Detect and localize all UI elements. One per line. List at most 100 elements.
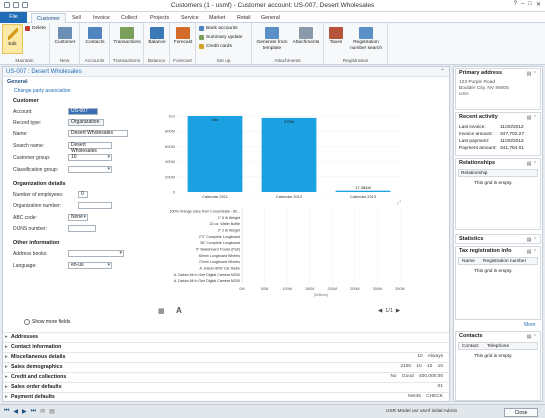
tax-number-column[interactable]: Registration number (483, 258, 526, 265)
classification-group-select[interactable] (68, 166, 112, 173)
fasttab-sales-demographics[interactable]: Sales demographics 2100 10 10 10 (3, 362, 449, 371)
address-books-select[interactable] (68, 250, 124, 257)
close-button[interactable]: Close (504, 408, 538, 417)
factbox-title[interactable]: Tax registration info ▤ ⌃ (456, 247, 540, 256)
search-icon (359, 27, 373, 39)
language-label: Language: (13, 263, 37, 269)
last-invoice-label: Last invoice: (459, 125, 486, 130)
search-name-field[interactable]: Desert Wholesales (68, 142, 112, 153)
duns-field[interactable] (68, 225, 96, 232)
statistics-title: Statistics (459, 236, 484, 242)
next-record-icon[interactable]: ▶ (22, 408, 27, 415)
more-link[interactable]: More (524, 322, 535, 328)
new-customer-button[interactable]: Customer (52, 27, 78, 46)
tab-retail[interactable]: Retail (232, 13, 256, 23)
table-view-icon[interactable]: ▦ (158, 307, 165, 315)
fasttab-payment-defaults[interactable]: Payment defaults Net45 CHECK (3, 392, 449, 401)
section-general[interactable]: General (7, 79, 27, 85)
bank-accounts-button[interactable]: Bank accounts (199, 26, 237, 31)
bar (335, 190, 391, 192)
factbox-menu-icon[interactable]: ▤ ⌃ (527, 248, 537, 257)
y-category-label: 1" 5 lb Weight (218, 216, 240, 220)
previous-record-icon[interactable]: ◀ (13, 408, 18, 415)
abc-code-select[interactable]: None (68, 214, 88, 221)
last-record-icon[interactable]: ⏭ (31, 408, 36, 415)
factbox-title[interactable]: Relationships ▤ ⌃ (456, 159, 540, 168)
y-tick-label: 400M (165, 159, 175, 164)
tab-projects[interactable]: Projects (145, 13, 174, 23)
tab-file[interactable]: File (0, 12, 27, 23)
attachments-icon[interactable]: ✉ (40, 408, 45, 415)
help-icon[interactable]: ? (514, 1, 517, 8)
fasttab-credit-and-collections[interactable]: Credit and collections No Good 400,000.00 (3, 372, 449, 381)
fasttab-summary: 01 (437, 384, 443, 389)
close-window-icon[interactable]: ✕ (536, 1, 541, 8)
maximize-icon[interactable]: □ (528, 1, 532, 8)
first-record-icon[interactable]: ⏮ (4, 408, 9, 415)
contacts-button[interactable]: Contacts (82, 27, 108, 46)
next-icon[interactable]: ▶ (396, 308, 400, 314)
telephone-column[interactable]: Telephone (487, 343, 509, 350)
taxes-button[interactable]: Taxes (326, 27, 346, 46)
bank-icon (199, 26, 204, 31)
edit-button[interactable]: Edit (2, 24, 23, 54)
tab-collect[interactable]: Collect (116, 13, 142, 23)
fasttab-contact-information[interactable]: Contact information (3, 342, 449, 351)
tax-empty-text: This grid is empty. (474, 269, 513, 274)
name-field[interactable]: Desert Wholesales (68, 130, 128, 137)
x-tick-label: 100M (282, 287, 292, 291)
fasttab-sales-order-defaults[interactable]: Sales order defaults 01 (3, 382, 449, 391)
change-party-link[interactable]: Change party association (14, 88, 70, 94)
y-category-label: 2"2" Complete Longboard (199, 235, 240, 239)
employees-field[interactable]: 0 (78, 191, 88, 198)
text-view-icon[interactable]: A (176, 306, 182, 315)
org-number-field[interactable] (78, 202, 112, 209)
attachments-button[interactable]: Attachments (290, 27, 322, 46)
relationship-column-header[interactable]: Relationship (458, 169, 538, 177)
language-select[interactable]: en-us (68, 262, 112, 269)
fasttab-title: Addresses (11, 334, 39, 340)
fasttab-miscellaneous-details[interactable]: Miscellaneous details 10 Always (3, 352, 449, 361)
tab-invoice[interactable]: Invoice (88, 13, 115, 23)
tab-sell[interactable]: Sell (67, 13, 86, 23)
factbox-menu-icon[interactable]: ▤ ⌃ (527, 160, 537, 169)
title-bar: Customers (1 - usmf) - Customer account:… (0, 0, 545, 12)
generate-from-template-button[interactable]: Generate from template (254, 27, 290, 51)
group-setup: Bank accounts Summary update Credit card… (196, 23, 252, 65)
factbox-menu-icon[interactable]: ▤ ⌃ (527, 333, 537, 342)
minimize-icon[interactable]: – (521, 1, 524, 8)
tab-market[interactable]: Market (204, 13, 230, 23)
registration-search-button[interactable]: Registration number search (346, 27, 386, 51)
credit-cards-button[interactable]: Credit cards (199, 44, 232, 49)
group-registration: Taxes Registration number search Registr… (324, 23, 388, 65)
tab-customer[interactable]: Customer (31, 13, 66, 23)
factbox-menu-icon[interactable]: ▤ ⌃ (527, 236, 537, 245)
transactions-icon (120, 27, 134, 39)
contact-column[interactable]: Contact (459, 344, 479, 349)
show-more-fields[interactable]: Show more fields (24, 319, 70, 325)
factbox-title[interactable]: Recent activity ▤ ⌃ (456, 113, 540, 122)
y-tick-label: 1bn (168, 114, 175, 119)
forecast-button[interactable]: Forecast (172, 27, 194, 46)
transactions-button[interactable]: Transactions (112, 27, 142, 46)
collapse-icon[interactable]: ⌃ (440, 67, 445, 77)
factbox-title[interactable]: Contacts ▤ ⌃ (456, 332, 540, 341)
customer-group-select[interactable]: 10 (68, 154, 112, 161)
previous-icon[interactable]: ◀ (378, 308, 382, 314)
account-field[interactable]: US-007 (68, 108, 98, 115)
factbox-menu-icon[interactable]: ▤ ⌃ (527, 114, 537, 123)
factbox-title[interactable]: Statistics ▤ ⌃ (456, 235, 540, 244)
factbox-title[interactable]: Primary address ▤ ⌃ (456, 69, 540, 78)
group-accounts: Contacts Accounts (80, 23, 110, 65)
recent-activity-title: Recent activity (459, 114, 498, 120)
delete-button[interactable]: Delete (25, 26, 46, 31)
balance-button[interactable]: Balance (146, 27, 168, 46)
tab-general[interactable]: General (256, 13, 285, 23)
fasttab-addresses[interactable]: Addresses (3, 332, 449, 341)
factbox-menu-icon[interactable]: ▤ ⌃ (527, 70, 537, 79)
ribbon: Edit Delete Maintain Customer New Contac… (0, 23, 545, 65)
document-icon[interactable]: ▤ (49, 408, 55, 415)
tax-name-column[interactable]: Name (459, 259, 475, 264)
summary-update-button[interactable]: Summary update (199, 35, 243, 40)
tab-service[interactable]: Service (176, 13, 204, 23)
